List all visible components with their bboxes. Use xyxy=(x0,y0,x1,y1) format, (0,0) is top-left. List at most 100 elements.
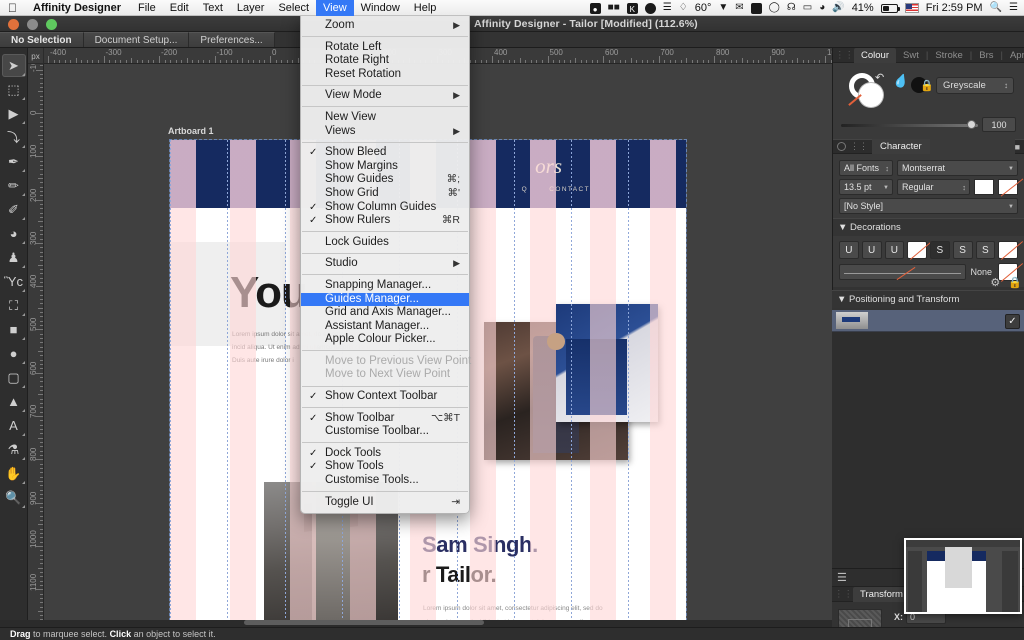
menu-item-apple-colour-picker[interactable]: Apple Colour Picker... xyxy=(301,333,469,347)
lock-icon[interactable]: 🔒 xyxy=(1008,276,1022,289)
ellipse-tool[interactable]: ● xyxy=(2,342,26,365)
close-button[interactable] xyxy=(8,19,19,30)
lock-icon[interactable]: 🔒 xyxy=(920,79,934,92)
strikethrough-none-button[interactable] xyxy=(998,241,1018,259)
menu-item-lock-guides[interactable]: Lock Guides xyxy=(301,236,469,250)
layers-icon[interactable]: ☰ xyxy=(663,0,672,16)
layer-visibility-checkbox[interactable]: ✓ xyxy=(1005,314,1020,329)
menu-item-dock-tools[interactable]: ✓Dock Tools xyxy=(301,447,469,461)
opacity-slider[interactable] xyxy=(841,124,978,127)
close-panel-icon[interactable] xyxy=(837,142,846,151)
rectangle-tool[interactable]: ■ xyxy=(2,318,26,341)
clock-label[interactable]: Fri 2:59 PM xyxy=(926,2,983,14)
vector-brush-tool[interactable]: ✐ xyxy=(2,198,26,221)
strikethrough-alt-button[interactable]: S xyxy=(953,241,973,259)
menu-item-rotate-right[interactable]: Rotate Right xyxy=(301,54,469,68)
k-app-icon[interactable]: K xyxy=(627,3,638,14)
shield-icon[interactable]: ● xyxy=(590,3,601,14)
menu-item-rotate-left[interactable]: Rotate Left xyxy=(301,41,469,55)
move-tool[interactable]: ➤ xyxy=(2,54,26,77)
fill-colour-swatch[interactable] xyxy=(859,83,883,107)
menu-item-grid-and-axis-manager[interactable]: Grid and Axis Manager... xyxy=(301,306,469,320)
zoom-button[interactable] xyxy=(46,19,57,30)
artistic-text-tool[interactable]: A xyxy=(2,414,26,437)
menu-item-reset-rotation[interactable]: Reset Rotation xyxy=(301,68,469,82)
tab-transform[interactable]: Transform xyxy=(853,587,910,602)
menu-edit[interactable]: Edit xyxy=(163,0,196,16)
layer-row[interactable] xyxy=(832,310,1024,332)
menu-item-assistant-manager[interactable]: Assistant Manager... xyxy=(301,320,469,334)
font-scope-select[interactable]: All Fonts xyxy=(839,160,893,176)
text-fill-swatch[interactable] xyxy=(974,179,994,195)
menu-item-show-tools[interactable]: ✓Show Tools xyxy=(301,460,469,474)
menu-file[interactable]: File xyxy=(131,0,163,16)
menu-item-views[interactable]: Views▶ xyxy=(301,125,469,139)
font-family-select[interactable]: Montserrat xyxy=(897,160,1018,176)
dropbox-icon[interactable]: ■■ xyxy=(608,0,620,16)
hand-tool[interactable]: ✋ xyxy=(2,462,26,485)
colour-picker-tool[interactable]: ⚗ xyxy=(2,438,26,461)
pencil-tool[interactable]: ✏ xyxy=(2,174,26,197)
clock-icon[interactable]: ◯ xyxy=(769,0,780,16)
underline-none-button[interactable] xyxy=(907,241,927,259)
font-size-field[interactable]: 13.5 pt xyxy=(839,179,893,195)
transparency-tool[interactable]: ♟ xyxy=(2,246,26,269)
menu-item-show-margins[interactable]: Show Margins xyxy=(301,160,469,174)
menu-item-view-mode[interactable]: View Mode▶ xyxy=(301,89,469,103)
tab-brushes[interactable]: Brs xyxy=(972,48,1000,63)
menu-item-snapping-manager[interactable]: Snapping Manager... xyxy=(301,279,469,293)
decoration-line-preview[interactable] xyxy=(839,264,966,280)
colour-model-select[interactable]: Greyscale xyxy=(936,77,1014,94)
us-flag-icon[interactable] xyxy=(905,3,919,13)
menu-item-new-view[interactable]: New View xyxy=(301,111,469,125)
notification-center-icon[interactable]: ☰ xyxy=(1009,0,1018,16)
tab-stroke[interactable]: Stroke xyxy=(928,48,969,63)
menu-item-show-context-toolbar[interactable]: ✓Show Context Toolbar xyxy=(301,390,469,404)
zoom-tool[interactable]: 🔍 xyxy=(2,486,26,509)
tab-character[interactable]: Character xyxy=(872,139,930,154)
menu-app-name[interactable]: Affinity Designer xyxy=(26,0,131,16)
bluetooth-icon[interactable]: ☊ xyxy=(787,0,796,16)
menu-item-show-guides[interactable]: Show Guides⌘; xyxy=(301,173,469,187)
menu-item-customise-tools[interactable]: Customise Tools... xyxy=(301,474,469,488)
menu-select[interactable]: Select xyxy=(271,0,316,16)
artboard-tool[interactable]: ⬚ xyxy=(2,78,26,101)
font-style-select[interactable]: Regular xyxy=(897,179,970,195)
view-menu-dropdown[interactable]: Zoom▶Rotate LeftRotate RightReset Rotati… xyxy=(300,14,470,514)
text-stroke-swatch[interactable] xyxy=(998,179,1018,195)
preferences-button[interactable]: Preferences... xyxy=(189,32,274,47)
menu-item-show-bleed[interactable]: ✓Show Bleed xyxy=(301,146,469,160)
strikethrough-bold-button[interactable]: S xyxy=(976,241,996,259)
menu-item-show-rulers[interactable]: ✓Show Rulers⌘R xyxy=(301,214,469,228)
tab-swatches[interactable]: Swt xyxy=(896,48,926,63)
wifi-icon[interactable]: ◕ xyxy=(819,0,825,16)
horizontal-scrollbar[interactable] xyxy=(244,620,484,625)
tab-colour[interactable]: Colour xyxy=(854,48,896,63)
place-image-tool[interactable]: Ὓc xyxy=(2,270,26,293)
menu-layer[interactable]: Layer xyxy=(230,0,272,16)
document-setup-button[interactable]: Document Setup... xyxy=(84,32,190,47)
menu-view[interactable]: View xyxy=(316,0,354,16)
rounded-rectangle-tool[interactable]: ▢ xyxy=(2,366,26,389)
menu-item-studio[interactable]: Studio▶ xyxy=(301,257,469,271)
underline-word-button[interactable]: U xyxy=(862,241,882,259)
triangle-tool[interactable]: ▲ xyxy=(2,390,26,413)
menu-item-show-grid[interactable]: Show Grid⌘' xyxy=(301,187,469,201)
tab-appearance[interactable]: Apr xyxy=(1003,48,1024,63)
airplay-icon[interactable]: ▭ xyxy=(803,0,812,16)
menu-item-show-column-guides[interactable]: ✓Show Column Guides xyxy=(301,201,469,215)
decorations-section-header[interactable]: ▼ Decorations xyxy=(833,218,1024,236)
layers-stack-icon[interactable]: ☰ xyxy=(837,571,847,584)
opacity-slider-knob[interactable] xyxy=(967,120,976,129)
search-icon[interactable]: 🔍 xyxy=(990,0,1002,16)
node-tool[interactable]: ▶ xyxy=(2,102,26,125)
menu-item-toggle-ui[interactable]: Toggle UI⇥ xyxy=(301,496,469,510)
ruler-unit-label[interactable]: px xyxy=(28,48,44,64)
panel-menu-icon[interactable]: ■ xyxy=(1015,142,1024,152)
eyedropper-icon[interactable]: 💧 xyxy=(891,71,912,92)
underline-button[interactable]: U xyxy=(839,241,859,259)
thermometer-icon[interactable]: ♢ xyxy=(679,0,688,16)
pen-tool[interactable]: ✒ xyxy=(2,150,26,173)
gear-icon[interactable]: ⚙ xyxy=(990,276,1000,289)
menu-item-show-toolbar[interactable]: ✓Show Toolbar⌥⌘T xyxy=(301,412,469,426)
